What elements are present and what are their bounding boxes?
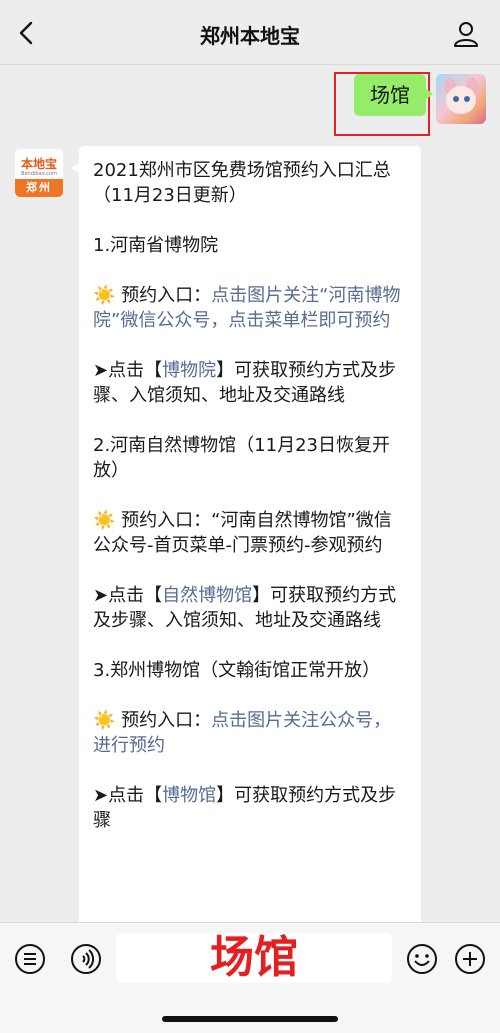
booking-entry: ☀️ 预约入口：点击图片关注公众号，进行预约 bbox=[93, 708, 407, 758]
detail-prefix: ➤点击【 bbox=[93, 785, 163, 806]
booking-prefix: ☀️ 预约入口：“河南自然博物馆”微信公众号-首页菜单-门票预约-参观预约 bbox=[93, 510, 392, 556]
booking-prefix: ☀️ 预约入口： bbox=[93, 710, 212, 731]
booking-entry: ☀️ 预约入口：点击图片关注“河南博物院”微信公众号，点击菜单栏即可预约 bbox=[93, 283, 407, 333]
chat-area[interactable]: 场馆 本地宝 Bendibao.com 郑州 2021郑州市区免费场馆预约入口汇… bbox=[0, 64, 500, 922]
message-title: 2021郑州市区免费场馆预约入口汇总（11月23日更新） bbox=[93, 160, 391, 206]
detail-link[interactable]: 博物馆 bbox=[162, 785, 216, 806]
detail-entry: ➤点击【自然博物馆】可获取预约方式及步骤、入馆须知、地址及交通路线 bbox=[93, 583, 407, 633]
incoming-message-bubble: 2021郑州市区免费场馆预约入口汇总（11月23日更新） 1.河南省博物院 ☀️… bbox=[72, 146, 421, 922]
my-avatar[interactable] bbox=[436, 74, 486, 124]
profile-icon[interactable] bbox=[452, 20, 480, 48]
booking-prefix: ☀️ 预约入口： bbox=[93, 285, 212, 306]
chat-title: 郑州本地宝 bbox=[200, 24, 300, 48]
section-heading: 3.郑州博物馆（文翰街馆正常开放） bbox=[93, 660, 381, 681]
detail-link[interactable]: 自然博物馆 bbox=[162, 585, 252, 606]
detail-prefix: ➤点击【 bbox=[93, 585, 163, 606]
voice-icon[interactable] bbox=[70, 943, 102, 975]
section-heading: 2.河南自然博物馆（11月23日恢复开放） bbox=[93, 435, 390, 481]
plus-icon[interactable] bbox=[454, 943, 486, 975]
home-indicator bbox=[162, 1016, 338, 1022]
detail-entry: ➤点击【博物院】可获取预约方式及步骤、入馆须知、地址及交通路线 bbox=[93, 358, 407, 408]
outgoing-message-text: 场馆 bbox=[370, 83, 410, 107]
message-input[interactable]: 场馆 bbox=[116, 933, 392, 983]
menu-list-icon[interactable] bbox=[14, 943, 46, 975]
booking-entry: ☀️ 预约入口：“河南自然博物馆”微信公众号-首页菜单-门票预约-参观预约 bbox=[93, 508, 407, 558]
avatar-city-label: 郑州 bbox=[15, 179, 63, 197]
official-account-avatar[interactable]: 本地宝 Bendibao.com 郑州 bbox=[14, 148, 64, 198]
outgoing-message-bubble[interactable]: 场馆 bbox=[354, 74, 433, 116]
avatar-logo-url: Bendibao.com bbox=[21, 171, 57, 177]
top-bar: 郑州本地宝 bbox=[0, 0, 500, 65]
detail-prefix: ➤点击【 bbox=[93, 360, 163, 381]
emoji-icon[interactable] bbox=[406, 943, 438, 975]
avatar-logo-text: 本地宝 bbox=[20, 157, 57, 171]
section-heading: 1.河南省博物院 bbox=[93, 235, 219, 256]
detail-entry: ➤点击【博物馆】可获取预约方式及步骤 bbox=[93, 783, 407, 833]
detail-link[interactable]: 博物院 bbox=[162, 360, 216, 381]
